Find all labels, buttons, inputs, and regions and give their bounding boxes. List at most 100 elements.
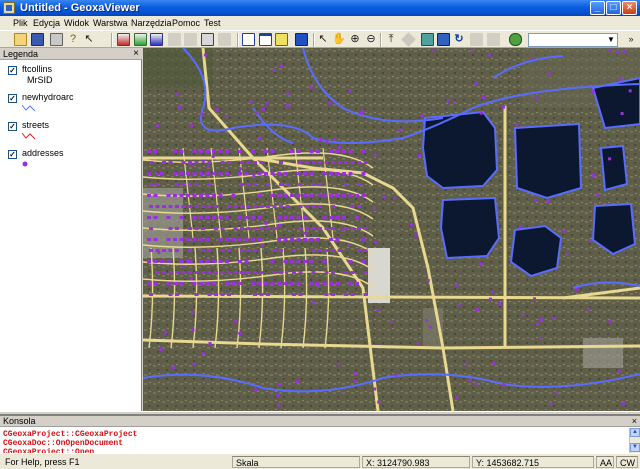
menu-plik[interactable]: Plik <box>13 16 28 30</box>
layer-checkbox[interactable]: ✓ <box>8 150 17 159</box>
address-point <box>181 161 186 164</box>
address-point <box>340 228 344 232</box>
close-button[interactable]: × <box>622 1 637 15</box>
address-point <box>227 249 231 252</box>
address-point <box>316 282 320 285</box>
measure-icon[interactable]: ⤒ <box>384 32 398 47</box>
address-point <box>394 373 398 377</box>
address-point <box>353 379 357 383</box>
address-point <box>207 249 212 252</box>
address-point <box>205 150 210 153</box>
address-point <box>283 238 288 241</box>
title-bar[interactable]: Untitled - GeoxaViewer _ □ × <box>0 0 640 16</box>
address-point <box>285 183 290 186</box>
menu-edycja[interactable]: Edycja <box>33 16 60 30</box>
remove-layer-icon[interactable] <box>150 33 163 46</box>
add-layer-icon[interactable] <box>134 33 147 46</box>
open-icon[interactable] <box>14 33 27 46</box>
show-legend-icon[interactable] <box>242 33 255 46</box>
save-icon[interactable] <box>31 33 44 46</box>
address-point <box>390 321 394 325</box>
address-point <box>502 383 506 387</box>
show-console-icon[interactable] <box>259 33 272 46</box>
layer-up-icon[interactable] <box>168 33 181 46</box>
address-point <box>316 150 320 153</box>
address-point <box>175 249 179 252</box>
address-point <box>322 260 327 263</box>
minimize-button[interactable]: _ <box>590 1 605 15</box>
toolbar-overflow-icon[interactable]: » <box>624 32 638 47</box>
address-point <box>173 172 177 175</box>
close-icon[interactable]: × <box>133 48 139 60</box>
menu-narzedzia[interactable]: Narzędzia <box>131 16 172 30</box>
help-icon[interactable]: ? <box>66 32 80 47</box>
maximize-button[interactable]: □ <box>606 1 621 15</box>
legend-layer-ftcollins[interactable]: ✓ ftcollins MrSID <box>8 64 138 94</box>
map-canvas[interactable] <box>143 48 640 411</box>
close-icon[interactable]: × <box>632 416 637 427</box>
address-point <box>337 249 342 252</box>
address-point <box>324 249 329 252</box>
address-point <box>316 284 320 288</box>
layer-checkbox[interactable]: ✓ <box>8 94 17 103</box>
layers-stack-icon[interactable] <box>421 33 434 46</box>
address-point <box>305 227 309 230</box>
chevron-down-icon[interactable]: ▼ <box>605 34 617 46</box>
layer-checkbox[interactable]: ✓ <box>8 66 17 75</box>
address-point <box>272 271 277 274</box>
map-view[interactable] <box>143 48 640 411</box>
menu-pomoc[interactable]: Pomoc <box>172 16 200 30</box>
address-point <box>474 382 478 386</box>
address-point <box>575 287 579 291</box>
print-icon[interactable] <box>50 33 63 46</box>
scroll-up-icon[interactable]: ▲ <box>630 428 640 437</box>
legend-layer-addresses[interactable]: ✓ addresses <box>8 148 138 178</box>
layer-table-icon[interactable] <box>218 33 231 46</box>
address-point <box>455 396 459 400</box>
address-point <box>168 293 173 296</box>
address-point <box>348 260 353 263</box>
overview-icon[interactable] <box>275 33 288 46</box>
scroll-down-icon[interactable]: ▼ <box>630 443 640 452</box>
address-point <box>166 260 171 263</box>
address-point <box>155 205 160 208</box>
legend-layer-newhydroarc[interactable]: ✓ newhydroarc <box>8 92 138 122</box>
address-point <box>418 154 422 158</box>
context-help-icon[interactable]: ↖ <box>82 32 96 47</box>
address-point <box>344 161 348 164</box>
address-point <box>156 124 159 128</box>
address-point <box>309 282 314 285</box>
menu-widok[interactable]: Widok <box>64 16 89 30</box>
menu-test[interactable]: Test <box>204 16 221 30</box>
console-header: Konsola × <box>0 416 640 427</box>
export-icon[interactable] <box>487 33 500 46</box>
address-point <box>285 205 290 208</box>
console-scrollbar[interactable]: ▲ ▼ <box>629 428 640 454</box>
select-arrow-icon[interactable]: ↖ <box>316 32 330 47</box>
address-point <box>283 172 288 175</box>
new-layer-icon[interactable] <box>117 33 130 46</box>
grid-icon[interactable] <box>470 33 483 46</box>
frog-icon[interactable] <box>509 33 522 46</box>
address-point <box>565 253 569 256</box>
address-point <box>296 238 301 241</box>
zoom-in-icon[interactable]: ⊕ <box>348 32 362 47</box>
refresh-icon[interactable]: ↻ <box>452 32 466 47</box>
zoom-out-icon[interactable]: ⊖ <box>364 32 378 47</box>
pan-hand-icon[interactable]: ✋ <box>332 32 346 47</box>
address-point <box>270 172 275 175</box>
address-point <box>474 82 478 86</box>
layer-checkbox[interactable]: ✓ <box>8 122 17 131</box>
layer-down-icon[interactable] <box>184 33 197 46</box>
menu-warstwa[interactable]: Warstwa <box>93 16 128 30</box>
legend-layer-streets[interactable]: ✓ streets <box>8 120 138 150</box>
edit-shape-icon[interactable] <box>401 32 416 47</box>
address-point <box>290 194 294 197</box>
address-point <box>361 260 366 263</box>
address-point <box>266 293 270 296</box>
scale-combo[interactable]: ▼ <box>528 33 618 47</box>
layers-blue-icon[interactable] <box>437 33 450 46</box>
address-point <box>587 307 591 311</box>
layer-props-icon[interactable] <box>201 33 214 46</box>
info-icon[interactable] <box>295 33 308 46</box>
